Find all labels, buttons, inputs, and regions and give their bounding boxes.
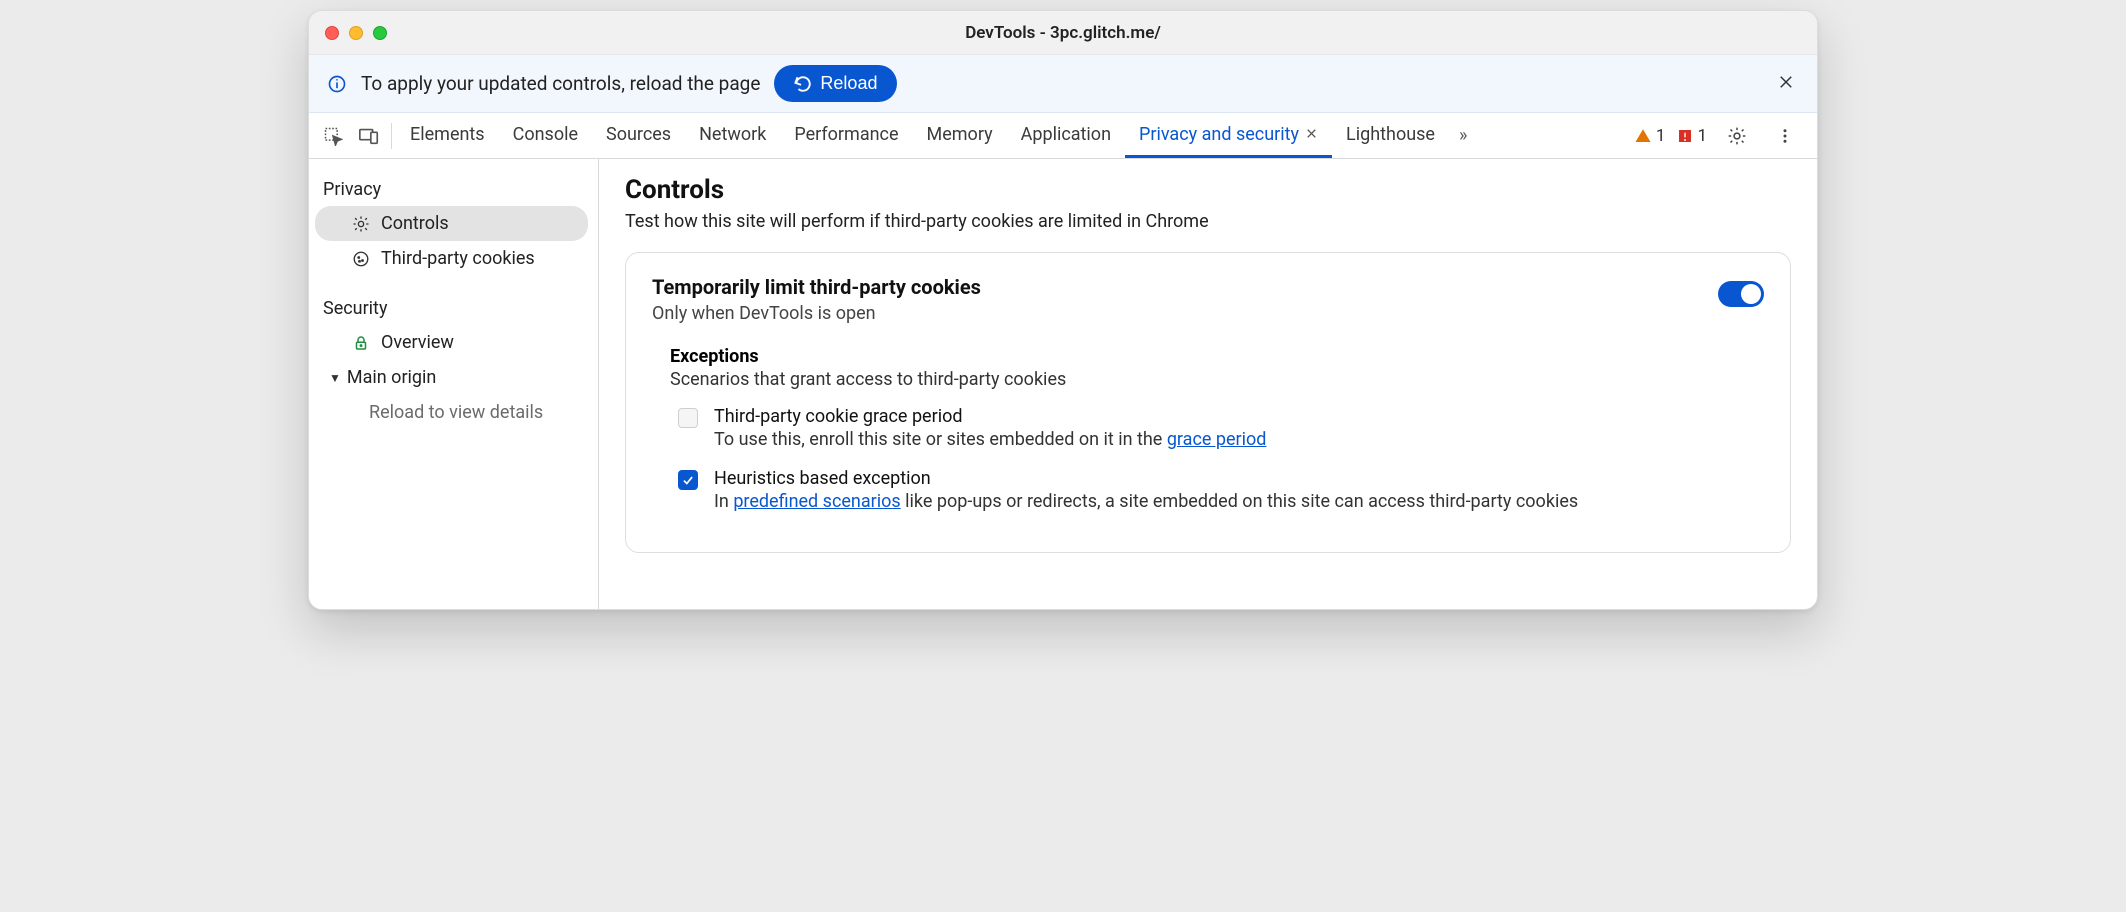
sidebar-item-overview[interactable]: Overview xyxy=(315,325,592,360)
grace-period-checkbox xyxy=(678,408,698,428)
sidebar: Privacy Controls Third-party cookies Sec… xyxy=(309,159,599,609)
caret-down-icon: ▼ xyxy=(329,371,341,385)
page-subtitle: Test how this site will perform if third… xyxy=(625,211,1791,232)
warnings-indicator[interactable]: 1 xyxy=(1634,126,1666,146)
sidebar-item-third-party-cookies[interactable]: Third-party cookies xyxy=(315,241,592,276)
sidebar-item-label: Third-party cookies xyxy=(381,248,535,269)
reload-icon xyxy=(794,75,812,93)
warning-icon xyxy=(1634,127,1652,145)
main-panel: Controls Test how this site will perform… xyxy=(599,159,1817,609)
more-options-icon[interactable] xyxy=(1767,118,1803,154)
issues-indicator[interactable]: 1 xyxy=(1677,126,1707,146)
more-tabs-icon[interactable]: » xyxy=(1449,125,1477,146)
exceptions-heading: Exceptions xyxy=(670,346,1764,367)
close-icon xyxy=(1777,73,1795,91)
sidebar-heading-privacy: Privacy xyxy=(309,171,598,206)
tab-privacy-security[interactable]: Privacy and security xyxy=(1125,113,1332,158)
lock-icon xyxy=(351,333,371,353)
exception-desc: To use this, enroll this site or sites e… xyxy=(714,429,1266,450)
tab-console[interactable]: Console xyxy=(499,113,592,158)
reload-button-label: Reload xyxy=(820,73,877,94)
tab-application[interactable]: Application xyxy=(1007,113,1125,158)
tab-sources[interactable]: Sources xyxy=(592,113,685,158)
tab-performance[interactable]: Performance xyxy=(780,113,912,158)
info-icon xyxy=(327,74,347,94)
sidebar-item-main-origin[interactable]: ▼ Main origin xyxy=(315,360,592,395)
tab-elements[interactable]: Elements xyxy=(396,113,499,158)
exception-label: Heuristics based exception xyxy=(714,468,1578,489)
reload-button[interactable]: Reload xyxy=(774,65,897,102)
exception-desc: In predefined scenarios like pop-ups or … xyxy=(714,491,1578,512)
sidebar-item-reload-detail: Reload to view details xyxy=(315,395,592,430)
exception-label: Third-party cookie grace period xyxy=(714,406,1266,427)
issues-count: 1 xyxy=(1697,126,1707,146)
toolbar-right: 1 1 xyxy=(1634,118,1811,154)
content-area: Privacy Controls Third-party cookies Sec… xyxy=(309,159,1817,609)
limit-cookies-card: Temporarily limit third-party cookies On… xyxy=(625,252,1791,553)
gear-icon xyxy=(1727,126,1747,146)
close-infobar-button[interactable] xyxy=(1773,67,1799,101)
titlebar: DevTools - 3pc.glitch.me/ xyxy=(309,11,1817,55)
gear-icon xyxy=(351,214,371,234)
sidebar-item-label: Overview xyxy=(381,332,454,353)
inspect-element-icon[interactable] xyxy=(315,118,351,154)
tab-close-icon[interactable] xyxy=(1305,125,1318,144)
heuristics-checkbox[interactable] xyxy=(678,470,698,490)
sidebar-item-label: Controls xyxy=(381,213,449,234)
device-toolbar-icon[interactable] xyxy=(351,118,387,154)
sidebar-heading-security: Security xyxy=(309,290,598,325)
tab-lighthouse[interactable]: Lighthouse xyxy=(1332,113,1449,158)
tab-memory[interactable]: Memory xyxy=(913,113,1007,158)
devtools-window: DevTools - 3pc.glitch.me/ To apply your … xyxy=(308,10,1818,610)
toolbar-divider xyxy=(391,123,392,149)
predefined-scenarios-link[interactable]: predefined scenarios xyxy=(733,491,900,512)
grace-period-link[interactable]: grace period xyxy=(1167,429,1267,450)
page-title: Controls xyxy=(625,175,1791,205)
exception-grace-period: Third-party cookie grace period To use t… xyxy=(670,406,1764,450)
limit-cookies-toggle[interactable] xyxy=(1718,281,1764,307)
sidebar-item-controls[interactable]: Controls xyxy=(315,206,588,241)
panel-tabs: Elements Console Sources Network Perform… xyxy=(396,113,1449,158)
warnings-count: 1 xyxy=(1656,126,1666,146)
cookie-icon xyxy=(351,249,371,269)
tab-label: Privacy and security xyxy=(1139,124,1299,145)
panel-toolbar: Elements Console Sources Network Perform… xyxy=(309,113,1817,159)
tab-network[interactable]: Network xyxy=(685,113,780,158)
exceptions-section: Exceptions Scenarios that grant access t… xyxy=(652,346,1764,512)
settings-icon[interactable] xyxy=(1719,118,1755,154)
window-title: DevTools - 3pc.glitch.me/ xyxy=(309,23,1817,43)
sidebar-item-label: Main origin xyxy=(347,367,436,388)
reload-infobar: To apply your updated controls, reload t… xyxy=(309,55,1817,113)
exception-heuristics: Heuristics based exception In predefined… xyxy=(670,468,1764,512)
infobar-message: To apply your updated controls, reload t… xyxy=(361,72,760,95)
card-title: Temporarily limit third-party cookies xyxy=(652,275,981,299)
exceptions-sub: Scenarios that grant access to third-par… xyxy=(670,369,1764,390)
card-subtitle: Only when DevTools is open xyxy=(652,303,981,324)
issue-icon xyxy=(1677,128,1693,144)
